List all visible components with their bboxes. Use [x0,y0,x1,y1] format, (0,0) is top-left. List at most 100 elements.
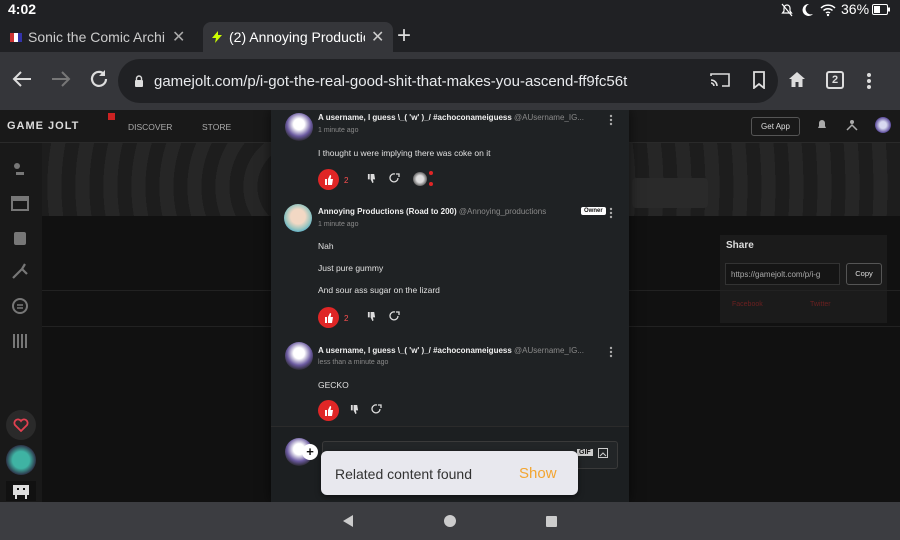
comment: A username, I guess \_( 'w' )_/ #achocon… [271,110,629,197]
comment-username[interactable]: A username, I guess \_( 'w' )_/ #achocon… [318,113,512,122]
tab-count-button[interactable]: 2 [826,71,844,89]
owner-avatar[interactable] [284,204,312,232]
cast-icon[interactable] [710,72,730,88]
battery-icon [872,4,890,15]
like-button[interactable] [318,307,339,328]
heart-icon[interactable] [6,410,36,440]
fireside-icon[interactable] [8,259,32,283]
web-page: GAME JOLT DISCOVER STORE Get App Share h… [0,110,900,502]
commenter-avatar[interactable] [285,342,313,370]
tab-strip: Sonic the Comic Archi ✕ (2) Annoying Pro… [0,20,900,52]
add-attachment-button[interactable]: + [302,444,318,460]
commenter-avatar[interactable] [285,113,313,141]
comment-time: less than a minute ago [318,359,389,366]
more-options-icon[interactable] [609,207,613,219]
tab-title: (2) Annoying Productio [229,29,365,45]
owner-badge: Owner [581,207,606,215]
comment-time: 1 minute ago [318,127,359,134]
like-count: 2 [344,314,349,323]
comment: A username, I guess \_( 'w' )_/ #achocon… [271,339,629,423]
comment-handle: @Annoying_productions [458,207,547,216]
nav-back-icon[interactable] [342,515,354,527]
more-options-icon[interactable] [609,346,613,358]
show-button[interactable]: Show [519,465,557,482]
reply-icon[interactable] [389,173,400,184]
left-sidebar [0,143,42,502]
comments-modal: A username, I guess \_( 'w' )_/ #achocon… [271,110,629,502]
comment: Annoying Productions (Road to 200) @Anno… [271,201,629,333]
comment-text: I thought u were implying there was coke… [318,148,491,158]
dislike-icon[interactable] [350,405,359,414]
gamejolt-logo[interactable]: GAME JOLT [7,120,79,132]
new-tab-icon[interactable]: + [397,22,411,50]
library-icon[interactable] [8,329,32,353]
comment-text: GECKO [318,380,349,390]
comment-text: Just pure gummy [318,263,384,273]
activity-icon[interactable] [846,119,858,131]
bookmark-icon[interactable] [752,71,766,89]
share-link-input[interactable]: https://gamejolt.com/p/i-g [725,263,840,285]
user-avatar[interactable] [875,117,891,133]
store-icon[interactable] [8,191,32,215]
reaction-dot [429,171,433,175]
address-bar[interactable]: gamejolt.com/p/i-got-the-real-good-shit-… [118,59,778,103]
moon-icon [800,3,814,17]
get-app-button[interactable]: Get App [751,117,800,136]
toolbar: gamejolt.com/p/i-got-the-real-good-shit-… [0,52,900,110]
discover-link[interactable]: DISCOVER [128,122,172,132]
share-title: Share [726,240,754,251]
comment-text: Nah [318,241,334,251]
snackbar-message: Related content found [335,466,472,482]
twitter-share[interactable]: Twitter [810,301,831,308]
comment-username[interactable]: A username, I guess \_( 'w' )_/ #achocon… [318,346,512,355]
share-panel: Share https://gamejolt.com/p/i-g Copy Fa… [720,235,887,323]
nav-home-icon[interactable] [444,515,456,527]
tab-annoying-productions[interactable]: (2) Annoying Productio ✕ [203,22,393,52]
home-icon[interactable] [788,71,806,88]
comment-handle: @AUsername_IG... [514,346,584,355]
like-button[interactable] [318,169,339,190]
notification-dot [108,113,115,120]
tab-title: Sonic the Comic Archi [28,29,165,45]
battery-percent: 36% [841,1,870,17]
comment-username[interactable]: Annoying Productions (Road to 200) [318,207,457,216]
dislike-icon[interactable] [367,174,376,183]
url-text: gamejolt.com/p/i-got-the-real-good-shit-… [154,72,628,90]
status-bar: 4:02 36% [0,0,900,20]
close-icon[interactable]: ✕ [172,27,185,47]
system-nav-bar [0,502,900,540]
backpack-icon[interactable] [8,225,32,249]
facebook-share[interactable]: Facebook [732,301,763,308]
reply-icon[interactable] [389,311,400,322]
wifi-icon [820,3,836,17]
store-link[interactable]: STORE [202,122,231,132]
image-icon[interactable] [598,448,608,458]
more-options-icon[interactable] [609,114,613,126]
comment-handle: @AUsername_IG... [514,113,584,122]
copy-button[interactable]: Copy [846,263,882,285]
chat-icon[interactable] [8,294,32,318]
forward-icon[interactable] [50,68,72,90]
like-button[interactable] [318,400,339,421]
bell-icon[interactable] [816,119,828,131]
dislike-icon[interactable] [367,312,376,321]
tab-sonic-archive[interactable]: Sonic the Comic Archi ✕ [10,22,200,52]
reply-icon[interactable] [371,404,382,415]
more-menu-icon[interactable] [866,72,872,90]
flag-favicon-icon [10,32,22,42]
reload-icon[interactable] [88,68,110,90]
comment-text: And sour ass sugar on the lizard [318,285,440,295]
community-avatar[interactable] [6,481,36,501]
reaction-avatar[interactable] [413,172,427,186]
lock-icon [134,75,144,87]
back-icon[interactable] [11,68,33,90]
nav-recents-icon[interactable] [546,516,557,527]
feed-icon[interactable] [8,158,32,182]
community-avatar[interactable] [6,445,36,475]
close-icon[interactable]: ✕ [371,27,384,47]
gif-button[interactable]: GIF [577,449,593,456]
snackbar: Related content found Show [321,451,578,495]
mute-icon [780,3,794,17]
status-time: 4:02 [8,1,37,17]
like-count: 2 [344,176,349,185]
